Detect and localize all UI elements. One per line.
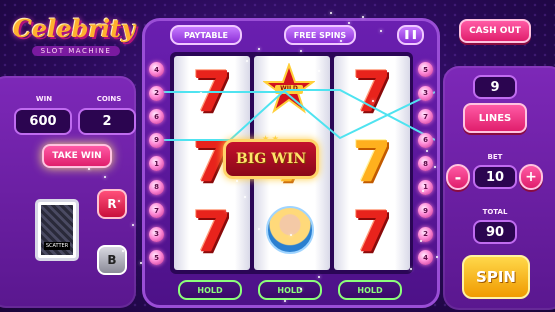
payline-bulb: 5 bbox=[149, 250, 164, 265]
sparkle bbox=[236, 180, 238, 182]
bet-value: 10 bbox=[473, 165, 517, 189]
payline-bulb: 6 bbox=[149, 109, 164, 124]
free-spins-button[interactable]: FREE SPINS bbox=[284, 25, 356, 45]
payline-bulb: 9 bbox=[418, 203, 433, 218]
card-back-pattern: SCATTER bbox=[41, 205, 73, 255]
payline-bulb: 7 bbox=[149, 203, 164, 218]
bet-plus-button[interactable]: + bbox=[519, 164, 543, 190]
hold-button-3[interactable]: HOLD bbox=[338, 280, 402, 300]
payline-bulb: 1 bbox=[418, 179, 433, 195]
big-win-banner: BIG WIN bbox=[223, 139, 319, 179]
coins-label: COINS bbox=[96, 95, 122, 103]
big-win-text: BIG WIN bbox=[235, 151, 307, 167]
sparkle bbox=[258, 48, 260, 50]
sparkle bbox=[360, 118, 362, 120]
sparkle bbox=[284, 300, 286, 302]
sparkle bbox=[300, 288, 302, 290]
sparkle bbox=[380, 30, 382, 32]
hold-button-1[interactable]: HOLD bbox=[178, 280, 242, 300]
sparkle bbox=[426, 150, 428, 152]
sparkle bbox=[140, 262, 142, 264]
sparkle bbox=[88, 168, 90, 170]
sparkle bbox=[200, 92, 202, 94]
hold-button-2[interactable]: HOLD bbox=[258, 280, 322, 300]
pause-button[interactable]: ❚❚ bbox=[397, 25, 424, 45]
sparkle bbox=[272, 58, 274, 60]
payline-bulb: 8 bbox=[149, 179, 164, 195]
sparkle bbox=[420, 240, 422, 242]
payline-bulb: 3 bbox=[418, 85, 433, 101]
total-label: TOTAL bbox=[482, 208, 508, 216]
sparkle bbox=[422, 190, 424, 192]
payline-bulb: 1 bbox=[149, 156, 164, 171]
sparkle bbox=[300, 50, 302, 52]
paytable-button[interactable]: PAYTABLE bbox=[170, 25, 242, 45]
pause-icon: ❚❚ bbox=[402, 30, 419, 40]
sparkle bbox=[118, 200, 120, 202]
payline-bulb: 8 bbox=[418, 156, 433, 171]
celebrity-avatar bbox=[266, 206, 314, 254]
cash-out-button[interactable]: CASH OUT bbox=[459, 19, 531, 43]
scatter-label: SCATTER bbox=[43, 242, 71, 250]
sparkle bbox=[434, 166, 436, 168]
win-value: 600 bbox=[14, 108, 72, 135]
sparkle bbox=[290, 234, 292, 236]
lines-value: 9 bbox=[473, 75, 517, 99]
lines-button[interactable]: LINES bbox=[463, 103, 527, 133]
total-value: 90 bbox=[473, 220, 517, 244]
sparkle bbox=[306, 260, 308, 262]
payline-bulb: 6 bbox=[418, 132, 433, 148]
sparkle bbox=[258, 228, 260, 230]
sparkle bbox=[104, 176, 106, 178]
sparkle bbox=[436, 256, 438, 258]
take-win-button[interactable]: TAKE WIN bbox=[42, 144, 112, 168]
coins-value: 2 bbox=[78, 108, 136, 135]
seven-symbol: 7 bbox=[352, 200, 392, 265]
game-logo: Celebrity SLOT MACHINE bbox=[8, 8, 140, 60]
seven-symbol: 7 bbox=[192, 200, 232, 265]
logo-subtitle: SLOT MACHINE bbox=[32, 46, 120, 56]
payline-bulb: 2 bbox=[149, 85, 164, 101]
payline-bulb: 5 bbox=[418, 62, 433, 77]
win-label: WIN bbox=[35, 95, 53, 103]
payline-bulb: 7 bbox=[418, 109, 433, 124]
sparkle bbox=[318, 70, 320, 72]
logo-title: Celebrity bbox=[12, 14, 136, 43]
red-button[interactable]: R bbox=[97, 189, 127, 219]
payline-bulb: 3 bbox=[149, 226, 164, 242]
payline-bulb: 9 bbox=[149, 132, 164, 148]
sparkle bbox=[372, 100, 374, 102]
sparkle bbox=[362, 16, 364, 18]
bet-minus-button[interactable]: - bbox=[446, 164, 470, 190]
sparkle bbox=[244, 196, 246, 198]
payline-bulb: 4 bbox=[149, 62, 164, 77]
sparkle bbox=[188, 120, 190, 122]
sparkle bbox=[348, 22, 350, 24]
sparkle bbox=[318, 276, 320, 278]
payline-bulb: 4 bbox=[418, 250, 433, 265]
scatter-card[interactable]: SCATTER bbox=[35, 199, 79, 261]
sparkle bbox=[330, 12, 332, 14]
sparkle bbox=[226, 210, 228, 212]
bet-label: BET bbox=[487, 153, 503, 161]
sparkle bbox=[410, 268, 412, 270]
spin-button[interactable]: SPIN bbox=[462, 255, 530, 299]
sparkle bbox=[340, 40, 342, 42]
sparkle bbox=[122, 250, 124, 252]
sparkle bbox=[132, 224, 134, 226]
sparkle bbox=[246, 60, 248, 62]
